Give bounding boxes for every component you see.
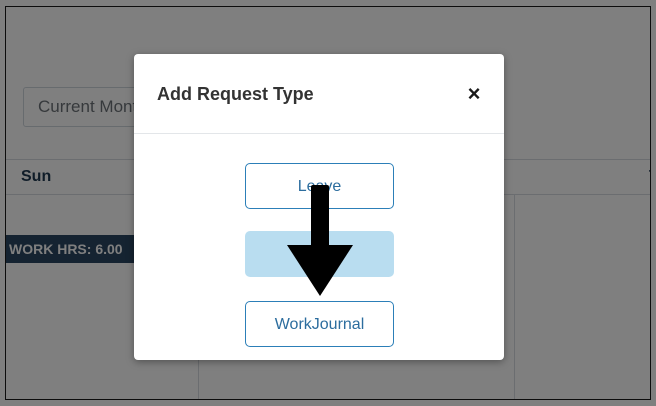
dialog-title: Add Request Type [157, 84, 314, 104]
down-arrow-icon [287, 185, 353, 296]
dialog-header: Add Request Type × [134, 54, 504, 134]
workjournal-button[interactable]: WorkJournal [245, 301, 394, 347]
close-icon[interactable]: × [462, 80, 486, 108]
screen: Current Month Sun T WORK HRS: 6.00 Add R… [0, 0, 656, 406]
